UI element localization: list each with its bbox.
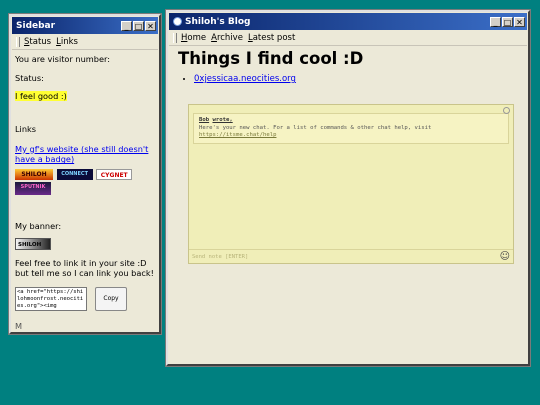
maximize-button[interactable]: □ — [133, 20, 144, 31]
blog-titlebar[interactable]: Shiloh's Blog _ □ ✕ — [169, 13, 527, 30]
menu-home[interactable]: Home — [181, 33, 206, 43]
minimize-button[interactable]: _ — [121, 20, 132, 31]
blog-window: Shiloh's Blog _ □ ✕ Home Archive Latest … — [166, 10, 530, 366]
chat-help-link[interactable]: https://itsme.chat/help — [199, 132, 503, 140]
sidebar-titlebar[interactable]: Sidebar _ □ ✕ — [12, 17, 158, 34]
close-button[interactable]: ✕ — [514, 16, 525, 27]
chat-input-bar: Send note [ENTER] ☺ — [189, 249, 513, 263]
menu-status[interactable]: Status — [24, 37, 51, 47]
links-heading: Links — [15, 123, 37, 134]
blog-content: Things I find cool :D 0xjessicaa.neociti… — [170, 47, 526, 362]
cool-link[interactable]: 0xjessicaa.neocities.org — [194, 74, 296, 84]
visitor-label: You are visitor number: — [15, 54, 110, 64]
chat-message: Bob wrote, Here's your new chat. For a l… — [193, 113, 509, 144]
embed-code-box[interactable]: <a href="https://shilohmoonfrost.neociti… — [15, 286, 87, 311]
link-me-text: Feel free to link it in your site :D but… — [15, 257, 154, 279]
status-text: I feel good :) — [15, 91, 67, 102]
sidebar-menubar: Status Links — [12, 35, 158, 50]
blog-app-icon — [173, 17, 182, 26]
badge-grid: SHILOH CONNECT CYGNET SPUTNIK — [15, 168, 145, 197]
list-item: 0xjessicaa.neocities.org — [194, 74, 518, 84]
chat-settings-icon[interactable] — [503, 107, 510, 114]
status-line: I feel good :) — [15, 91, 155, 102]
banner-label: My banner: — [15, 220, 62, 231]
minimize-button[interactable]: _ — [490, 16, 501, 27]
embed-row: <a href="https://shilohmoonfrost.neociti… — [15, 286, 155, 311]
my-banner[interactable]: SHILOH — [15, 237, 51, 250]
status-label: Status: — [15, 72, 44, 83]
chat-user-suffix: wrote, — [212, 117, 233, 123]
sidebar-content: You are visitor number: Status: I feel g… — [13, 51, 157, 330]
blog-title: Shiloh's Blog — [185, 16, 251, 27]
chat-user: Bob — [199, 117, 210, 123]
badge-shiloh[interactable]: SHILOH — [15, 168, 53, 180]
menubar-grip — [173, 33, 177, 43]
badge-cygnet[interactable]: CYGNET — [96, 168, 133, 180]
chat-message-header: Bob wrote, — [199, 117, 503, 125]
banner-text: SHILOH — [18, 241, 42, 248]
menu-archive[interactable]: Archive — [211, 33, 243, 43]
gf-link-line: My gf's website (she still doesn't have … — [15, 144, 155, 165]
cool-links-list: 0xjessicaa.neocities.org — [178, 74, 518, 84]
menu-links[interactable]: Links — [56, 37, 78, 47]
menubar-grip — [16, 37, 20, 47]
sidebar-window: Sidebar _ □ ✕ Status Links You are visit… — [9, 14, 161, 334]
sidebar-title: Sidebar — [16, 20, 56, 31]
gf-website-link[interactable]: My gf's website (she still doesn't have … — [15, 144, 148, 165]
badge-connect[interactable]: CONNECT — [56, 168, 93, 180]
chat-widget: Bob wrote, Here's your new chat. For a l… — [188, 104, 514, 264]
blog-menubar: Home Archive Latest post — [169, 31, 527, 46]
maximize-button[interactable]: □ — [502, 16, 513, 27]
chat-message-text: Here's your new chat. For a list of comm… — [199, 124, 432, 131]
close-button[interactable]: ✕ — [145, 20, 156, 31]
badge-sputnik[interactable]: SPUTNIK — [15, 181, 51, 195]
emoji-icon[interactable]: ☺ — [500, 251, 510, 262]
menu-latest-post[interactable]: Latest post — [248, 33, 295, 43]
page-title: Things I find cool :D — [178, 49, 364, 68]
cutoff-text: M — [15, 320, 23, 330]
copy-button[interactable]: Copy — [95, 286, 127, 311]
chat-input[interactable]: Send note [ENTER] — [192, 254, 500, 260]
